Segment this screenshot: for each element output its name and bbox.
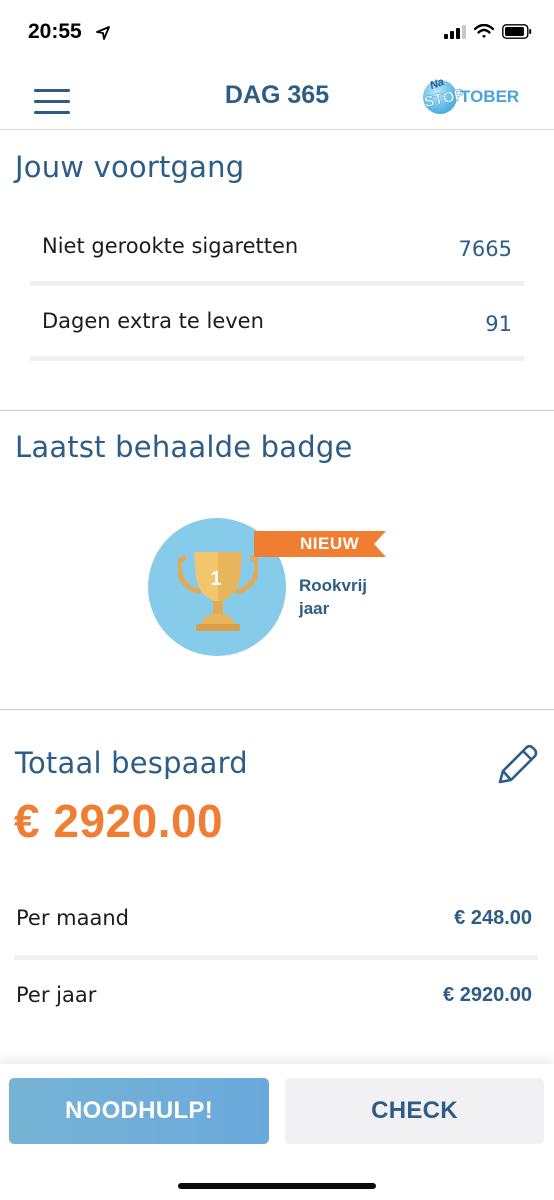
home-indicator[interactable]	[178, 1183, 376, 1189]
signal-bars-icon	[444, 24, 466, 43]
location-arrow-icon	[96, 25, 110, 44]
battery-icon	[502, 24, 532, 43]
stat-label: Niet gerookte sigaretten	[42, 234, 299, 258]
emergency-help-button[interactable]: NOODHULP!	[9, 1078, 269, 1144]
bottom-action-bar: NOODHULP! CHECK	[0, 1064, 554, 1200]
stat-value: 7665	[458, 237, 512, 261]
savings-title: Totaal bespaard	[15, 746, 248, 780]
stat-row-cigarettes: Niet gerookte sigaretten 7665	[30, 216, 524, 286]
divider	[0, 410, 554, 411]
progress-title: Jouw voortgang	[15, 150, 245, 184]
trophy-icon: 1	[178, 552, 258, 631]
stat-row-days: Dagen extra te leven 91	[30, 291, 524, 361]
wifi-icon	[473, 23, 495, 43]
svg-text:1: 1	[210, 568, 221, 590]
pencil-icon[interactable]	[494, 742, 540, 788]
status-bar: 20:55	[0, 0, 554, 66]
save-value: € 2920.00	[443, 984, 532, 1006]
app-header: DAG 365 Na STOP TOBER	[0, 66, 554, 130]
badge-name: Rookvrij jaar	[299, 576, 368, 618]
stat-label: Dagen extra te leven	[42, 309, 264, 333]
status-time: 20:55	[28, 20, 82, 43]
save-value: € 248.00	[454, 907, 532, 929]
save-row-month: Per maand € 248.00	[14, 888, 538, 960]
nastoptober-logo: Na STOP TOBER	[420, 74, 520, 124]
total-saved-amount: € 2920.00	[14, 795, 224, 847]
stat-value: 91	[485, 312, 512, 336]
save-row-year: Per jaar € 2920.00	[14, 965, 538, 1037]
check-button[interactable]: CHECK	[285, 1078, 544, 1144]
save-label: Per jaar	[16, 983, 97, 1007]
ribbon-label: NIEUW	[300, 534, 360, 553]
badge-title: Laatst behaalde badge	[15, 430, 353, 464]
divider	[0, 709, 554, 710]
save-label: Per maand	[16, 906, 129, 930]
